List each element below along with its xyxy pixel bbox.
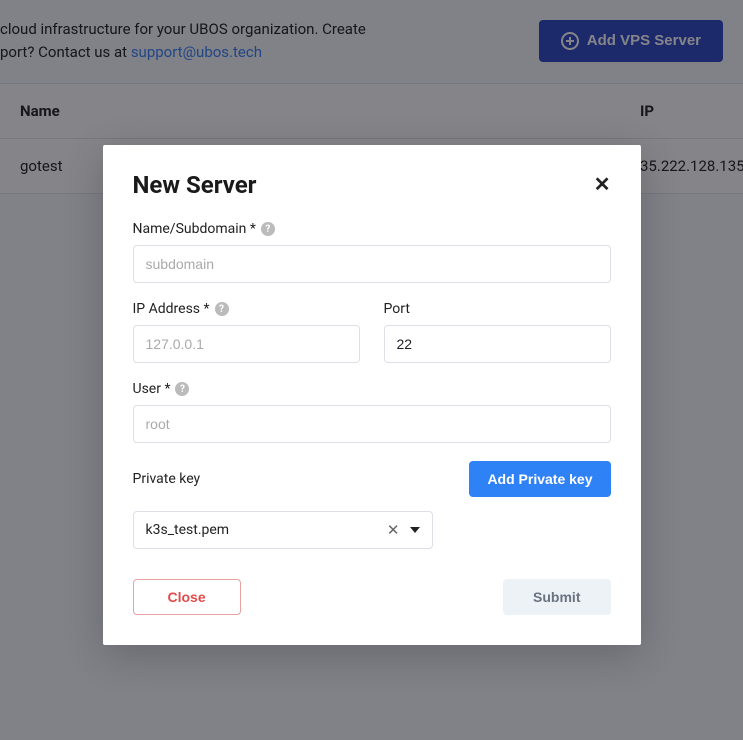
- modal-title: New Server: [133, 171, 257, 199]
- name-label: Name/Subdomain * ?: [133, 221, 611, 237]
- chevron-down-icon: [410, 527, 420, 533]
- private-key-selected: k3s_test.pem: [146, 522, 230, 538]
- port-input[interactable]: [384, 325, 611, 363]
- add-private-key-button[interactable]: Add Private key: [469, 461, 610, 497]
- submit-button[interactable]: Submit: [503, 579, 610, 615]
- private-key-select[interactable]: k3s_test.pem ✕: [133, 511, 433, 549]
- user-input[interactable]: [133, 405, 611, 443]
- help-icon[interactable]: ?: [215, 302, 229, 316]
- help-icon[interactable]: ?: [175, 382, 189, 396]
- close-icon[interactable]: ✕: [594, 175, 611, 195]
- name-input[interactable]: [133, 245, 611, 283]
- close-button[interactable]: Close: [133, 579, 241, 615]
- clear-icon[interactable]: ✕: [387, 521, 400, 539]
- user-label: User * ?: [133, 381, 611, 397]
- help-icon[interactable]: ?: [261, 222, 275, 236]
- port-label: Port: [384, 301, 611, 317]
- ip-label: IP Address * ?: [133, 301, 360, 317]
- ip-input[interactable]: [133, 325, 360, 363]
- private-key-label: Private key: [133, 471, 201, 487]
- modal-overlay[interactable]: New Server ✕ Name/Subdomain * ? IP Addre…: [0, 0, 743, 740]
- new-server-modal: New Server ✕ Name/Subdomain * ? IP Addre…: [103, 145, 641, 645]
